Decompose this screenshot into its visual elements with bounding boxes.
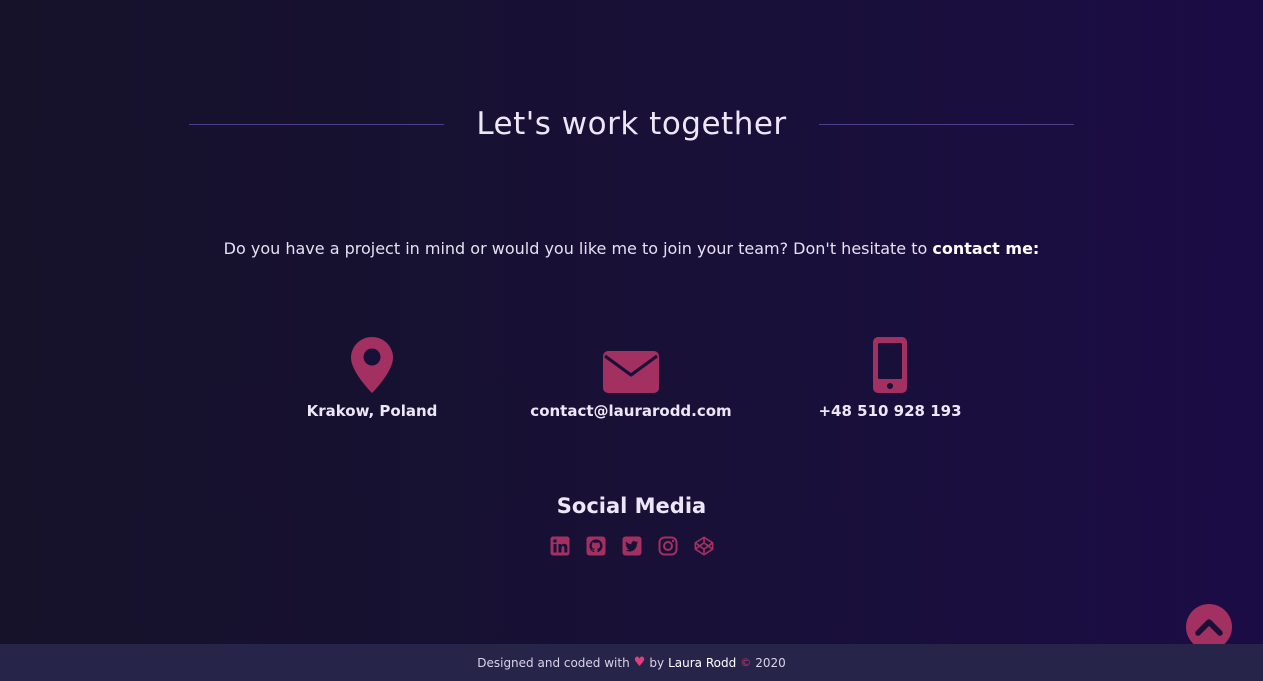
heading-divider-left <box>189 123 444 125</box>
footer-year: 2020 <box>755 655 786 670</box>
section-heading-row: Let's work together <box>189 104 1074 144</box>
instagram-icon[interactable] <box>658 535 678 557</box>
contact-phone[interactable]: +48 510 928 193 <box>760 334 1020 420</box>
envelope-icon <box>501 334 761 394</box>
intro-text: Do you have a project in mind or would y… <box>0 239 1263 258</box>
footer: Designed and coded with ♥ by Laura Rodd … <box>0 644 1263 681</box>
footer-by: by <box>649 655 665 670</box>
intro-text-body: Do you have a project in mind or would y… <box>223 239 933 258</box>
contact-location: Krakow, Poland <box>242 334 502 420</box>
intro-text-bold: contact me: <box>932 239 1040 258</box>
twitter-icon[interactable] <box>622 535 642 557</box>
footer-prefix: Designed and coded with <box>477 655 630 670</box>
heart-icon: ♥ <box>633 655 646 670</box>
contact-email[interactable]: contact@laurarodd.com <box>501 334 761 420</box>
social-icons <box>0 535 1263 557</box>
linkedin-icon[interactable] <box>550 535 570 557</box>
page-title: Let's work together <box>476 106 787 142</box>
map-pin-icon <box>242 334 502 394</box>
heading-divider-right <box>819 123 1074 125</box>
footer-author: Laura Rodd <box>668 655 737 670</box>
github-icon[interactable] <box>586 535 606 557</box>
copyright-icon: © <box>740 656 752 669</box>
mobile-phone-icon <box>760 334 1020 394</box>
chevron-up-icon <box>1195 619 1223 636</box>
contact-phone-label[interactable]: +48 510 928 193 <box>760 402 1020 420</box>
contact-location-label: Krakow, Poland <box>306 402 438 420</box>
codepen-icon[interactable] <box>694 535 714 557</box>
social-media-title: Social Media <box>556 494 707 518</box>
contact-email-label[interactable]: contact@laurarodd.com <box>501 402 761 420</box>
